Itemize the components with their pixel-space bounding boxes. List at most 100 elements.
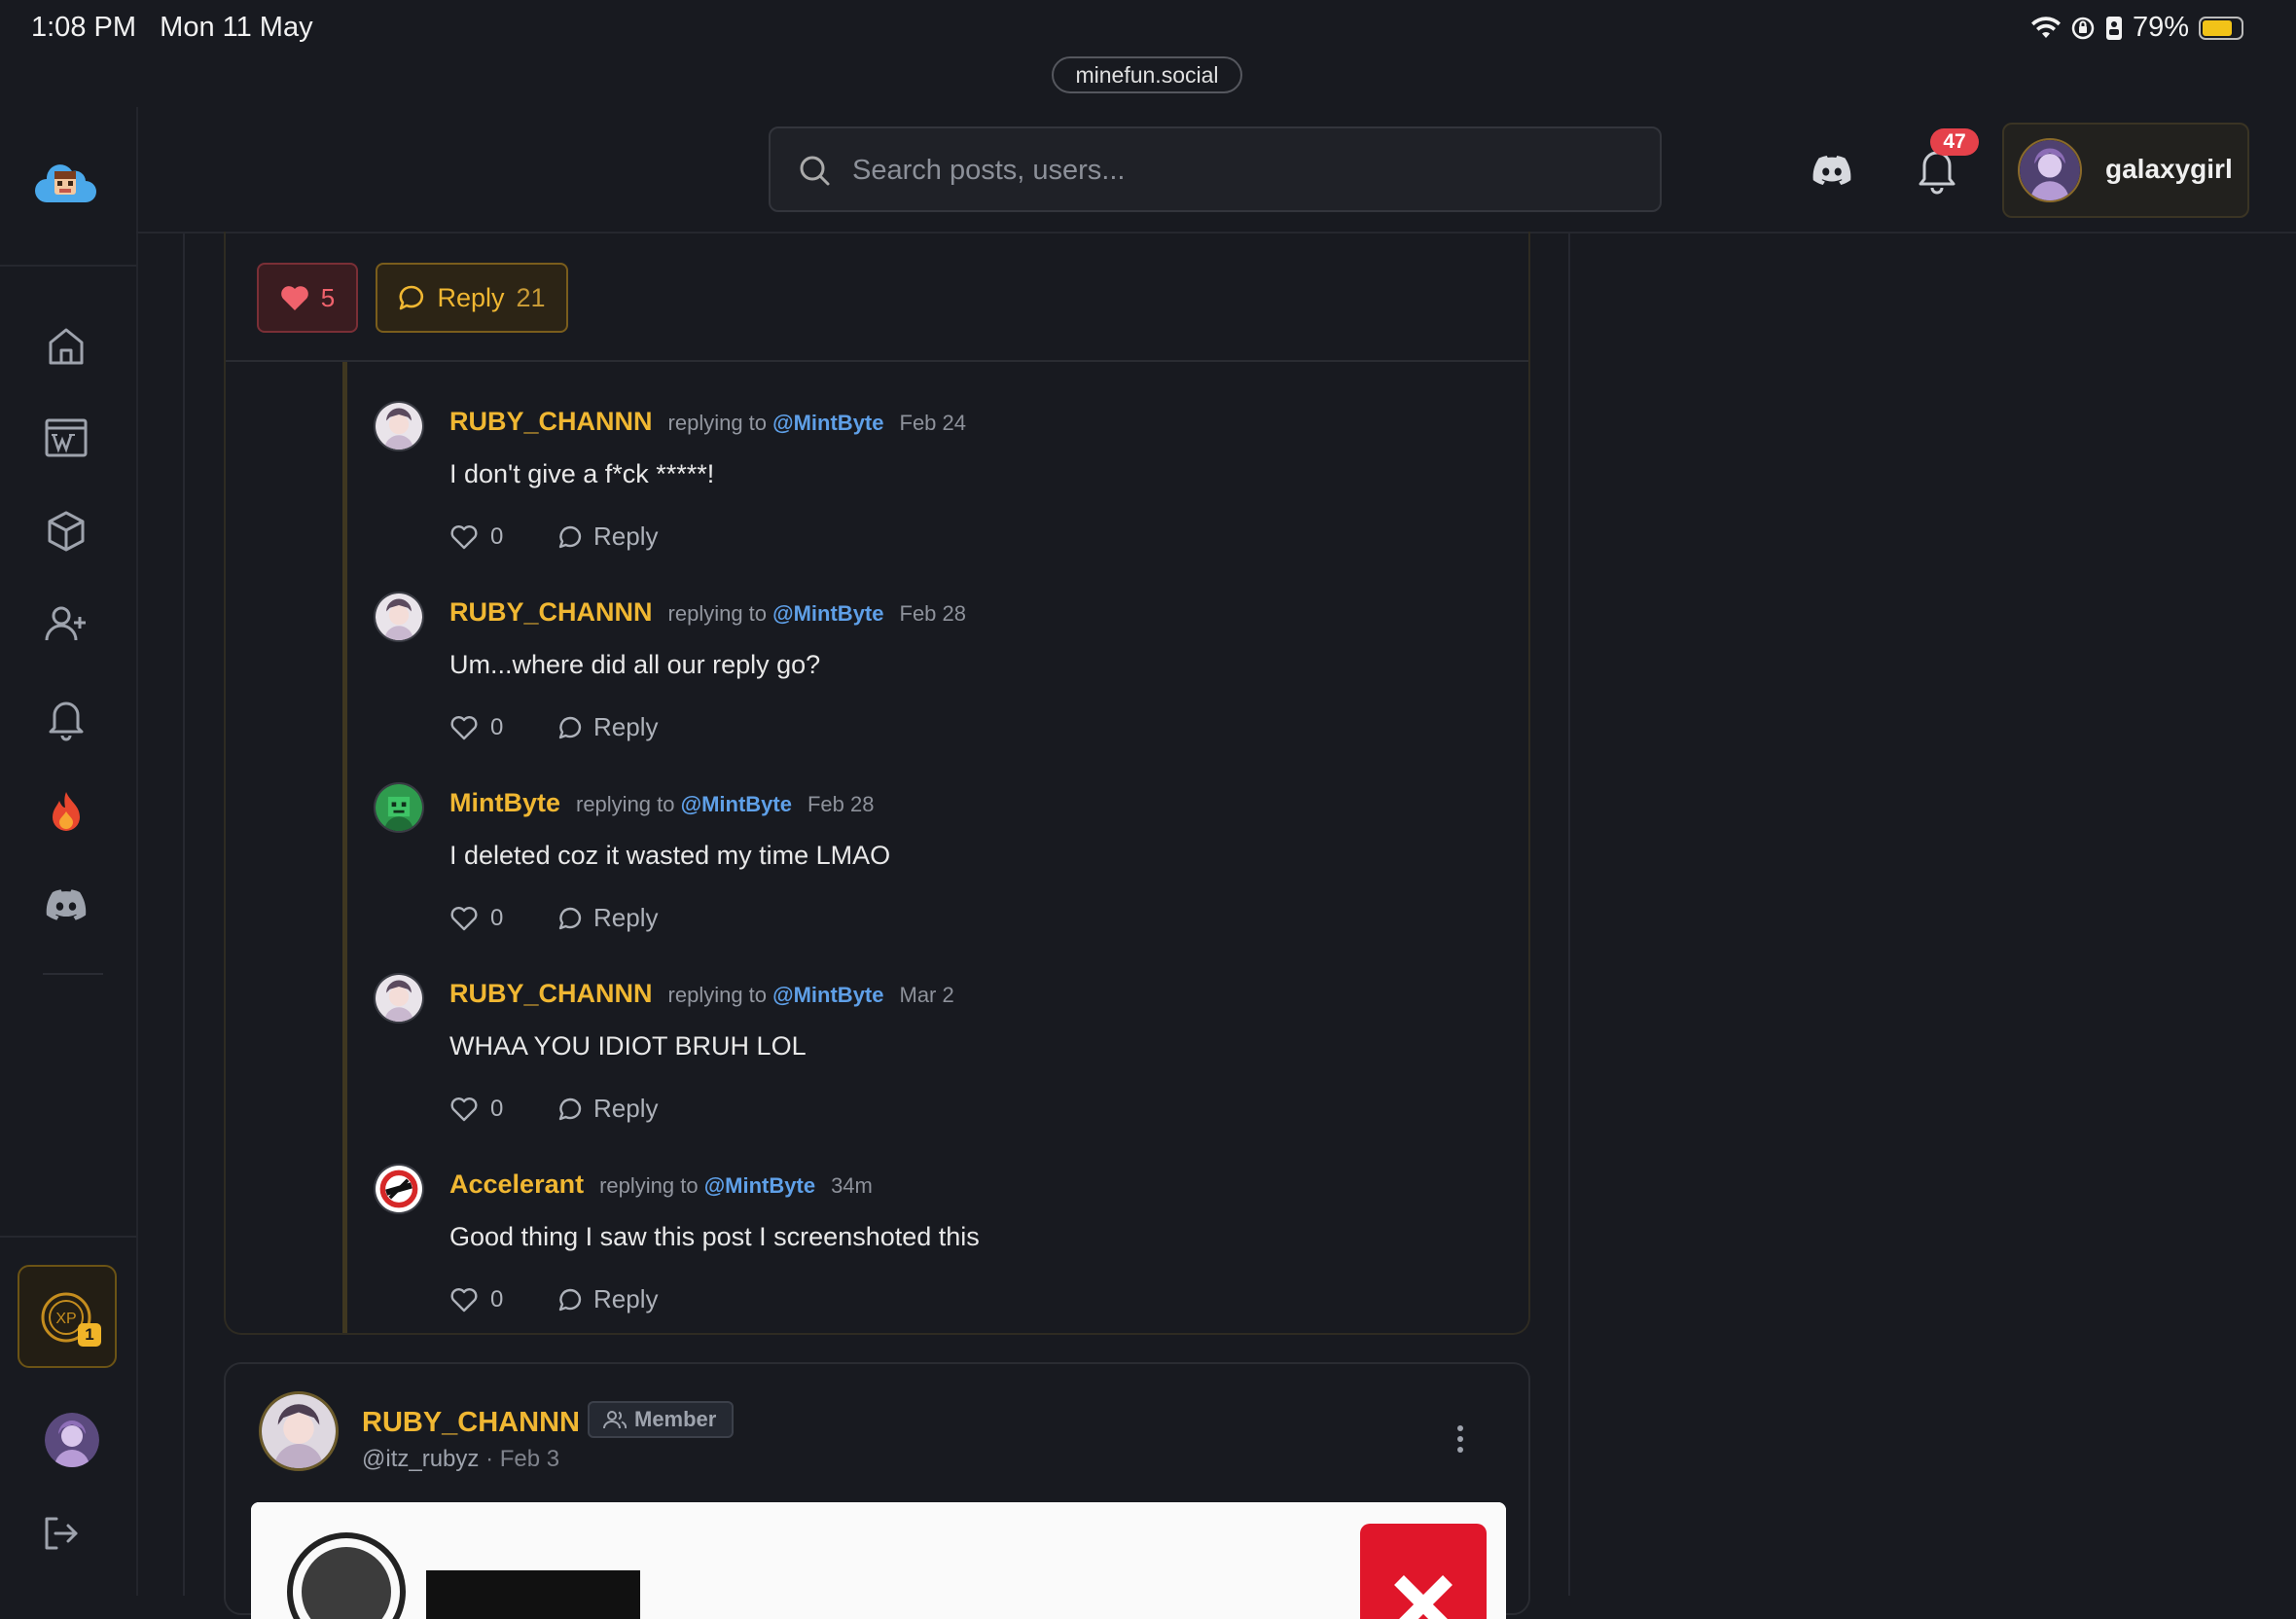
comment-text: I don't give a f*ck *****! [449, 459, 715, 488]
comment-item: MintByte replying to @MintByte Feb 28 I … [370, 763, 1518, 953]
search-box[interactable] [769, 126, 1662, 212]
comment-like-count: 0 [490, 1095, 504, 1122]
post-reply-button[interactable]: Reply 21 [376, 263, 568, 333]
comment-header: MintByte replying to @MintByte Feb 28 [449, 788, 874, 818]
replying-prefix: replying to [667, 601, 768, 626]
comment-header: RUBY_CHANNN replying to @MintByte Feb 24 [449, 407, 966, 437]
comment-reply-label: Reply [593, 712, 659, 741]
focus-icon [2105, 16, 2122, 40]
replying-to: replying to @MintByte [668, 983, 884, 1008]
user-menu-button[interactable]: galaxygirl [2002, 123, 2249, 218]
url-text: minefun.social [1075, 61, 1219, 88]
comment-text: Um...where did all our reply go? [449, 650, 821, 679]
comment-item: Accelerant replying to @MintByte 34m Goo… [370, 1144, 1518, 1335]
comment-text: I deleted coz it wasted my time LMAO [449, 841, 891, 870]
comment-author-link[interactable]: RUBY_CHANNN [449, 597, 653, 628]
mention-link[interactable]: @MintByte [772, 601, 883, 626]
comment-reply-button[interactable]: Reply [556, 522, 658, 552]
comment-author-link[interactable]: MintByte [449, 788, 560, 818]
comment-reply-button[interactable]: Reply [556, 1284, 658, 1314]
post-image[interactable] [251, 1502, 1506, 1619]
content-right-border [1568, 234, 1570, 1596]
heart-icon [450, 906, 478, 930]
bell-icon[interactable] [43, 695, 90, 741]
comment-reply-button[interactable]: Reply [556, 1094, 658, 1124]
home-icon[interactable] [43, 323, 90, 370]
comment-item: RUBY_CHANNN replying to @MintByte Feb 28… [370, 572, 1518, 763]
comment-avatar[interactable] [374, 401, 424, 451]
battery-icon [2199, 16, 2243, 40]
more-options-icon[interactable] [1453, 1422, 1467, 1456]
battery-fill [2203, 19, 2232, 36]
mention-link[interactable]: @MintByte [772, 983, 883, 1007]
add-friend-icon[interactable] [43, 601, 90, 648]
fire-icon[interactable] [43, 788, 90, 835]
replying-prefix: replying to [599, 1173, 699, 1198]
comment-author-link[interactable]: Accelerant [449, 1169, 584, 1200]
rotation-lock-icon [2071, 17, 2095, 39]
xp-level-button[interactable]: XP 1 [18, 1265, 117, 1368]
comment-date: Feb 28 [807, 792, 875, 816]
post-author-name[interactable]: RUBY_CHANNN [362, 1407, 580, 1439]
discord-header-icon[interactable] [1808, 148, 1856, 193]
comment-header: RUBY_CHANNN replying to @MintByte Feb 28 [449, 597, 966, 628]
mention-link[interactable]: @MintByte [772, 411, 883, 435]
comment-like-button[interactable]: 0 [449, 905, 556, 932]
reply-icon [558, 716, 582, 738]
comment-avatar[interactable] [374, 592, 424, 642]
comment-avatar[interactable] [374, 782, 424, 833]
mention-link[interactable]: @MintByte [681, 792, 792, 816]
heart-icon [450, 1287, 478, 1312]
comment-like-count: 0 [490, 904, 504, 931]
comment-actions: 0 Reply [449, 903, 658, 933]
sidebar-divider-bottom [0, 1236, 136, 1238]
comment-like-button[interactable]: 0 [449, 714, 556, 741]
search-input[interactable] [850, 148, 1613, 193]
content-left-border [183, 234, 185, 1596]
comment-avatar[interactable] [374, 973, 424, 1024]
comment-author-link[interactable]: RUBY_CHANNN [449, 407, 653, 437]
sidebar: XP 1 [0, 107, 138, 1596]
discord-icon[interactable] [43, 881, 90, 928]
comment-date: 34m [831, 1173, 873, 1198]
wiki-icon[interactable] [43, 414, 90, 461]
post-reply-count: 21 [516, 282, 546, 312]
post-author-avatar[interactable] [259, 1391, 339, 1471]
reply-icon [558, 525, 582, 548]
comment-actions: 0 Reply [449, 1284, 658, 1314]
replying-to: replying to @MintByte [668, 601, 884, 627]
comment-like-count: 0 [490, 522, 504, 550]
comment-reply-label: Reply [593, 903, 659, 932]
comment-avatar[interactable] [374, 1164, 424, 1214]
comment-actions: 0 Reply [449, 522, 658, 552]
box-icon[interactable] [43, 508, 90, 555]
post-like-button[interactable]: 5 [257, 263, 358, 333]
comment-reply-button[interactable]: Reply [556, 903, 658, 933]
notification-count-badge: 47 [1930, 128, 1979, 156]
status-date-text: Mon 11 May [160, 12, 313, 43]
post-author-handle: @itz_rubyz · Feb 3 [362, 1446, 559, 1473]
user-avatar[interactable] [45, 1413, 99, 1467]
reply-icon [558, 907, 582, 929]
replying-to: replying to @MintByte [599, 1173, 815, 1199]
comment-actions: 0 Reply [449, 712, 658, 742]
comment-item: RUBY_CHANNN replying to @MintByte Mar 2 … [370, 953, 1518, 1144]
comment-date: Feb 24 [899, 411, 967, 435]
nav-divider [43, 973, 103, 975]
mention-link[interactable]: @MintByte [704, 1173, 815, 1198]
comment-like-button[interactable]: 0 [449, 1286, 556, 1313]
app-logo-icon[interactable] [33, 158, 97, 206]
url-pill[interactable]: minefun.social [1052, 56, 1242, 93]
comment-like-button[interactable]: 0 [449, 523, 556, 551]
logout-icon[interactable] [41, 1514, 80, 1553]
comment-like-button[interactable]: 0 [449, 1096, 556, 1123]
comment-author-link[interactable]: RUBY_CHANNN [449, 979, 653, 1009]
wifi-icon [2030, 16, 2061, 38]
comment-like-count: 0 [490, 713, 504, 740]
post-reply-label: Reply [437, 282, 505, 312]
heart-icon [450, 715, 478, 739]
comment-reply-button[interactable]: Reply [556, 712, 658, 742]
reply-icon [558, 1097, 582, 1120]
post-card-next: RUBY_CHANNN Member @itz_rubyz · Feb 3 [224, 1362, 1530, 1619]
user-chip-avatar [2018, 138, 2082, 202]
